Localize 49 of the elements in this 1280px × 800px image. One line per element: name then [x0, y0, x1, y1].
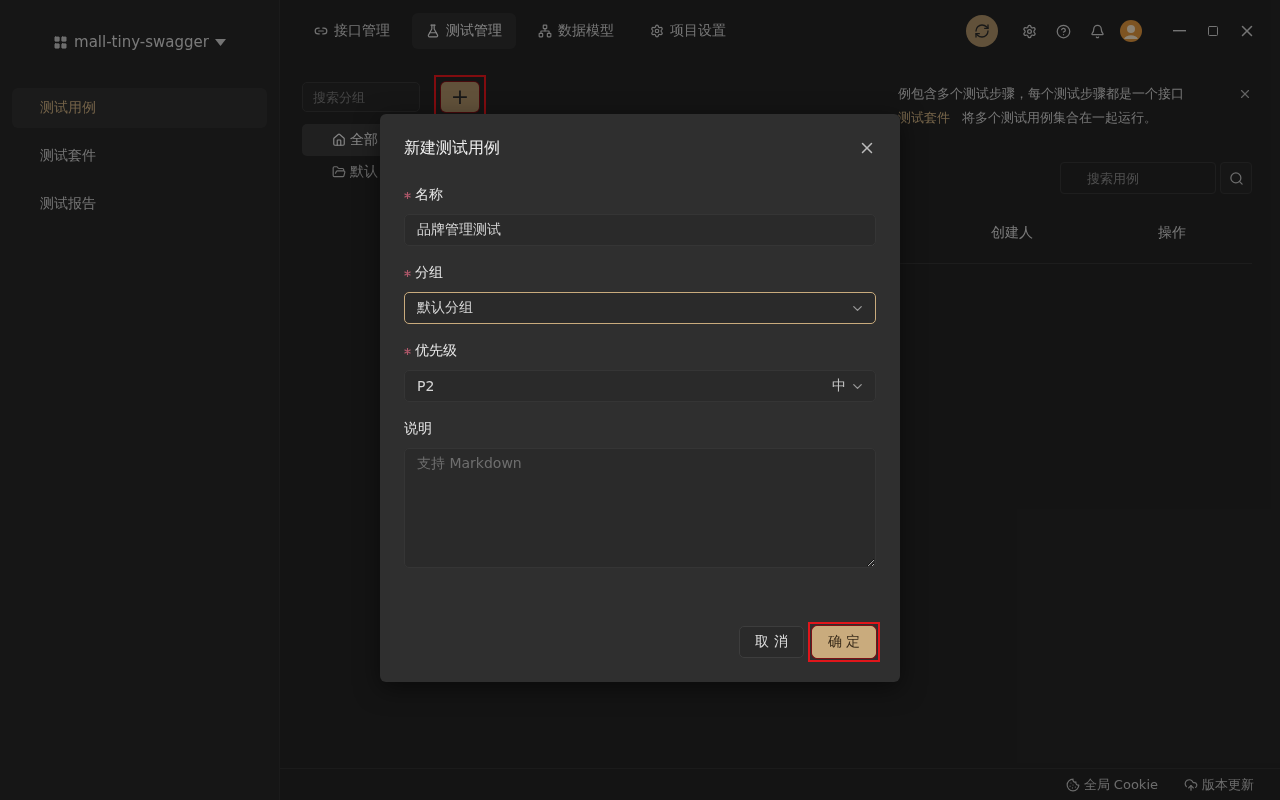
settings-icon — [1021, 23, 1037, 39]
tree-item[interactable]: 默认 — [302, 156, 422, 188]
flask-icon — [426, 24, 440, 38]
sidebar-item[interactable]: 测试套件 — [12, 136, 267, 176]
field-label: 说明 — [404, 420, 432, 438]
caret-icon — [214, 38, 226, 46]
nav-tab[interactable]: 项目设置 — [636, 13, 740, 49]
cancel-button[interactable]: 取 消 — [739, 626, 804, 658]
refresh-icon — [974, 23, 990, 39]
column-header: 操作 — [1157, 223, 1187, 242]
cookie-icon — [1065, 777, 1080, 792]
status-bar-item[interactable]: 全局 Cookie — [1065, 775, 1158, 794]
field-label: 优先级 — [415, 342, 457, 360]
maximize-icon — [1207, 25, 1219, 37]
select-field[interactable]: P2 中 — [404, 370, 876, 402]
help-icon — [1055, 23, 1071, 39]
settings-icon — [650, 24, 664, 38]
home-icon — [332, 133, 346, 147]
bell-icon — [1089, 23, 1105, 39]
nav-tab[interactable]: 接口管理 — [300, 13, 404, 49]
name-field[interactable]: 品牌管理测试 — [404, 214, 876, 246]
project-selector[interactable]: mall-tiny-swagger — [47, 32, 232, 52]
nav-tab[interactable]: 数据模型 — [524, 13, 628, 49]
add-button[interactable]: + — [441, 82, 479, 112]
confirm-button[interactable]: 确 定 — [811, 626, 876, 658]
sidebar-item[interactable]: 测试报告 — [12, 184, 267, 224]
folder-icon — [332, 165, 346, 179]
nav-tab[interactable]: 测试管理 — [412, 13, 516, 49]
column-header: 创建人 — [990, 223, 1034, 242]
cloud-upload-icon — [1184, 777, 1198, 792]
field-label: 分组 — [415, 264, 443, 282]
status-bar-item[interactable]: 版本更新 — [1184, 775, 1254, 794]
required-icon — [404, 347, 411, 355]
required-icon — [404, 269, 411, 277]
search-icon — [1228, 170, 1244, 186]
close-icon[interactable] — [1238, 87, 1252, 101]
hierarchy-icon — [538, 24, 552, 38]
select-field[interactable]: 默认分组 — [404, 292, 876, 324]
search-button[interactable] — [1220, 162, 1252, 194]
description-field[interactable]: 支持 Markdown — [404, 448, 876, 568]
minimize-icon — [1172, 30, 1186, 32]
field-label: 名称 — [415, 186, 443, 204]
required-icon — [404, 191, 411, 199]
case-search-field[interactable]: 搜索用例 — [1060, 162, 1216, 194]
link-icon — [314, 24, 328, 38]
grid-icon — [53, 34, 69, 50]
sidebar-item[interactable]: 测试用例 — [12, 88, 267, 128]
sync-button[interactable] — [966, 15, 998, 47]
avatar-icon[interactable] — [1120, 20, 1142, 42]
